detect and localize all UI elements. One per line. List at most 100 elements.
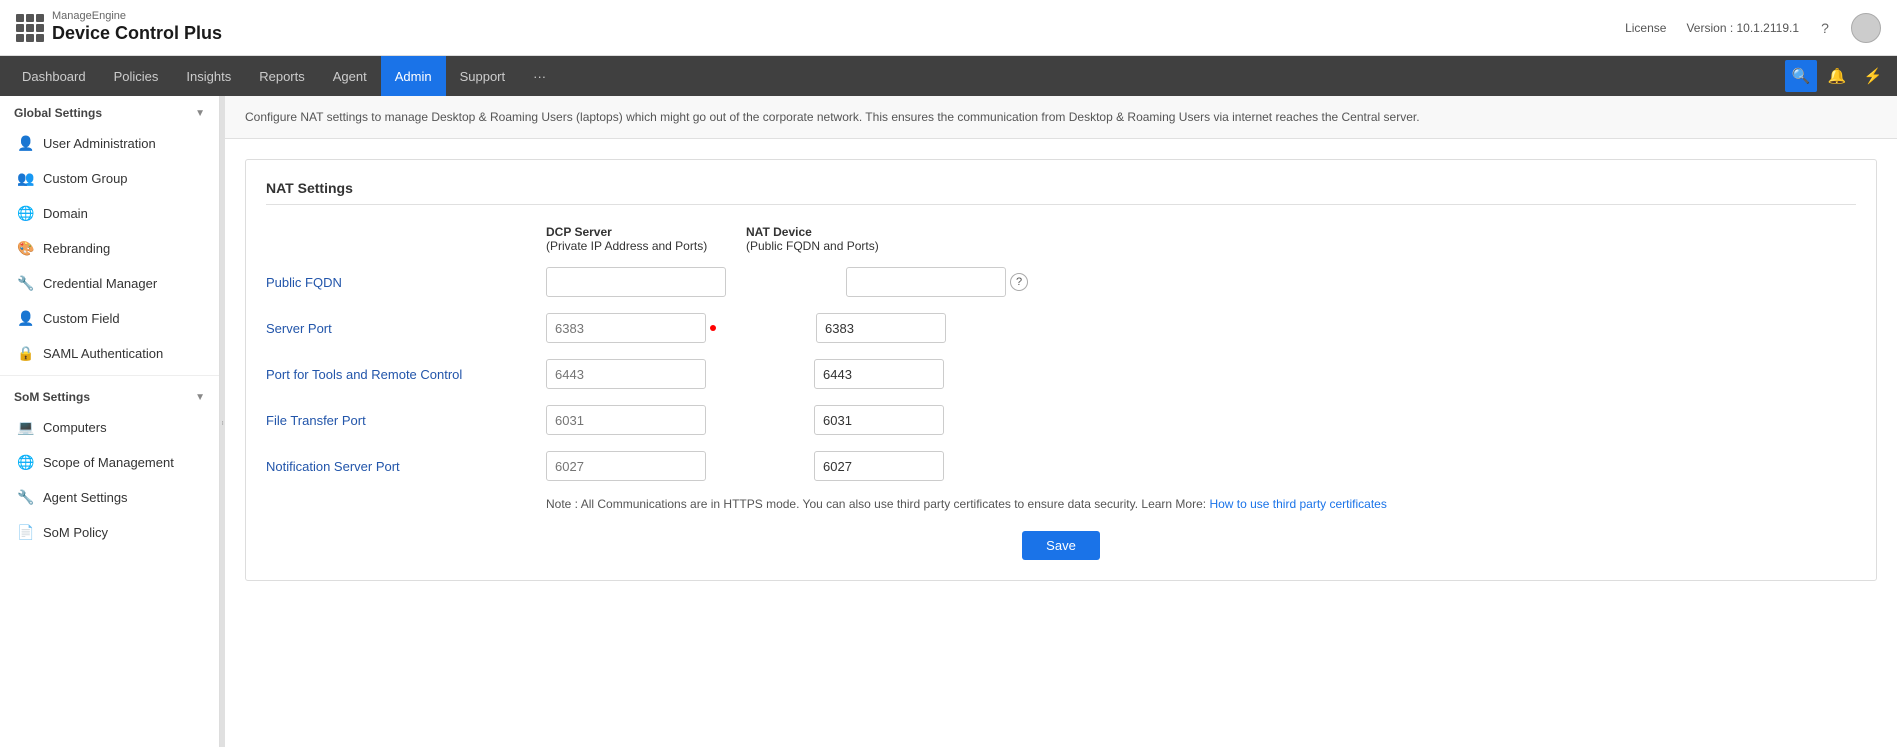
section-title: NAT Settings (266, 180, 1856, 205)
paint-icon: 🎨 (17, 240, 35, 257)
input-file-transfer-port-col1[interactable] (546, 405, 706, 435)
logo-bottom: Device Control Plus (52, 23, 222, 45)
sidebar-item-som-policy[interactable]: 📄 SoM Policy (0, 515, 219, 550)
help-icon[interactable]: ? (1811, 14, 1839, 42)
info-bar: Configure NAT settings to manage Desktop… (225, 96, 1897, 139)
lock-icon: 🔒 (17, 345, 35, 362)
input-notification-port-col1[interactable] (546, 451, 706, 481)
nav-item-support[interactable]: Support (446, 56, 520, 96)
input-tools-port-col2[interactable] (814, 359, 944, 389)
column-headers: DCP Server (Private IP Address and Ports… (546, 225, 1856, 253)
note: Note : All Communications are in HTTPS m… (266, 497, 1856, 511)
som-settings-header[interactable]: SoM Settings ▼ (0, 380, 219, 410)
sidebar-item-scope-of-management[interactable]: 🌐 Scope of Management (0, 445, 219, 480)
note-text: Note : All Communications are in HTTPS m… (546, 497, 1206, 511)
nav-item-admin[interactable]: Admin (381, 56, 446, 96)
sidebar-item-custom-field[interactable]: 👤 Custom Field (0, 301, 219, 336)
content-area: NAT Settings DCP Server (Private IP Addr… (225, 139, 1897, 601)
row-public-fqdn: Public FQDN ? (266, 267, 1856, 297)
computer-icon: 💻 (17, 419, 35, 436)
scope-icon: 🌐 (17, 454, 35, 471)
sidebar-item-label: SoM Policy (43, 525, 108, 540)
field-icon: 👤 (17, 310, 35, 327)
logo: ManageEngine Device Control Plus (16, 10, 222, 45)
help-icon-fqdn[interactable]: ? (1010, 273, 1028, 291)
notification-icon[interactable]: 🔔 (1821, 60, 1853, 92)
nav-item-agent[interactable]: Agent (319, 56, 381, 96)
sidebar-item-label: Scope of Management (43, 455, 174, 470)
som-collapse-icon: ▼ (195, 392, 205, 403)
app-header: ManageEngine Device Control Plus License… (0, 0, 1897, 56)
label-server-port: Server Port (266, 321, 546, 336)
sidebar-item-rebranding[interactable]: 🎨 Rebranding (0, 231, 219, 266)
nav-item-dashboard[interactable]: Dashboard (8, 56, 100, 96)
input-tools-port-col1[interactable] (546, 359, 706, 389)
nav-item-policies[interactable]: Policies (100, 56, 173, 96)
label-notification-port: Notification Server Port (266, 459, 546, 474)
header-right: License Version : 10.1.2119.1 ? (1625, 13, 1881, 43)
info-bar-text: Configure NAT settings to manage Desktop… (245, 110, 1420, 124)
nav-item-insights[interactable]: Insights (172, 56, 245, 96)
logo-top: ManageEngine (52, 10, 126, 22)
input-public-fqdn-col2[interactable] (846, 267, 1006, 297)
col1-header: DCP Server (Private IP Address and Ports… (546, 225, 746, 253)
wrench-icon: 🔧 (17, 275, 35, 292)
nat-form-container: NAT Settings DCP Server (Private IP Addr… (245, 159, 1877, 581)
sidebar: Global Settings ▼ 👤 User Administration … (0, 96, 220, 747)
sidebar-item-label: Rebranding (43, 241, 110, 256)
avatar[interactable] (1851, 13, 1881, 43)
user-icon: 👤 (17, 135, 35, 152)
sidebar-divider (0, 375, 219, 376)
som-settings-section: SoM Settings ▼ 💻 Computers 🌐 Scope of Ma… (0, 380, 219, 550)
globe-icon: 🌐 (17, 205, 35, 222)
row-file-transfer-port: File Transfer Port (266, 405, 1856, 435)
input-server-port-col2[interactable] (816, 313, 946, 343)
sidebar-item-label: Agent Settings (43, 490, 128, 505)
sidebar-item-label: Domain (43, 206, 88, 221)
sidebar-item-agent-settings[interactable]: 🔧 Agent Settings (0, 480, 219, 515)
nav-item-more[interactable]: ··· (519, 56, 560, 96)
sidebar-item-credential-manager[interactable]: 🔧 Credential Manager (0, 266, 219, 301)
label-tools-port: Port for Tools and Remote Control (266, 367, 546, 382)
row-server-port: Server Port (266, 313, 1856, 343)
required-indicator (710, 325, 716, 331)
label-file-transfer-port: File Transfer Port (266, 413, 546, 428)
global-settings-header[interactable]: Global Settings ▼ (0, 96, 219, 126)
sidebar-item-label: User Administration (43, 136, 156, 151)
sidebar-item-saml-authentication[interactable]: 🔒 SAML Authentication (0, 336, 219, 371)
agent-icon: 🔧 (17, 489, 35, 506)
nav-actions: 🔍 🔔 ⚡ (1785, 60, 1889, 92)
sidebar-item-domain[interactable]: 🌐 Domain (0, 196, 219, 231)
global-settings-section: Global Settings ▼ 👤 User Administration … (0, 96, 219, 371)
main-layout: Global Settings ▼ 👤 User Administration … (0, 96, 1897, 747)
flash-icon[interactable]: ⚡ (1857, 60, 1889, 92)
nav-item-reports[interactable]: Reports (245, 56, 319, 96)
group-icon: 👥 (17, 170, 35, 187)
license-label: License (1625, 21, 1666, 35)
global-settings-label: Global Settings (14, 106, 102, 120)
version-label: Version : 10.1.2119.1 (1686, 21, 1799, 35)
label-public-fqdn: Public FQDN (266, 275, 546, 290)
col2-header: NAT Device (Public FQDN and Ports) (746, 225, 1026, 253)
sidebar-item-label: Computers (43, 420, 107, 435)
sidebar-item-custom-group[interactable]: 👥 Custom Group (0, 161, 219, 196)
input-public-fqdn-col1[interactable] (546, 267, 726, 297)
sidebar-item-label: Credential Manager (43, 276, 157, 291)
main-nav: Dashboard Policies Insights Reports Agen… (0, 56, 1897, 96)
input-server-port-col1[interactable] (546, 313, 706, 343)
sidebar-item-computers[interactable]: 💻 Computers (0, 410, 219, 445)
sidebar-item-label: Custom Field (43, 311, 120, 326)
grid-icon (16, 14, 44, 42)
note-link[interactable]: How to use third party certificates (1209, 497, 1386, 511)
doc-icon: 📄 (17, 524, 35, 541)
sidebar-item-label: SAML Authentication (43, 346, 163, 361)
search-icon[interactable]: 🔍 (1785, 60, 1817, 92)
input-file-transfer-port-col2[interactable] (814, 405, 944, 435)
sidebar-item-user-administration[interactable]: 👤 User Administration (0, 126, 219, 161)
som-settings-label: SoM Settings (14, 390, 90, 404)
row-notification-port: Notification Server Port (266, 451, 1856, 481)
save-button[interactable]: Save (1022, 531, 1100, 560)
input-notification-port-col2[interactable] (814, 451, 944, 481)
row-tools-port: Port for Tools and Remote Control (266, 359, 1856, 389)
main-content: Configure NAT settings to manage Desktop… (225, 96, 1897, 747)
